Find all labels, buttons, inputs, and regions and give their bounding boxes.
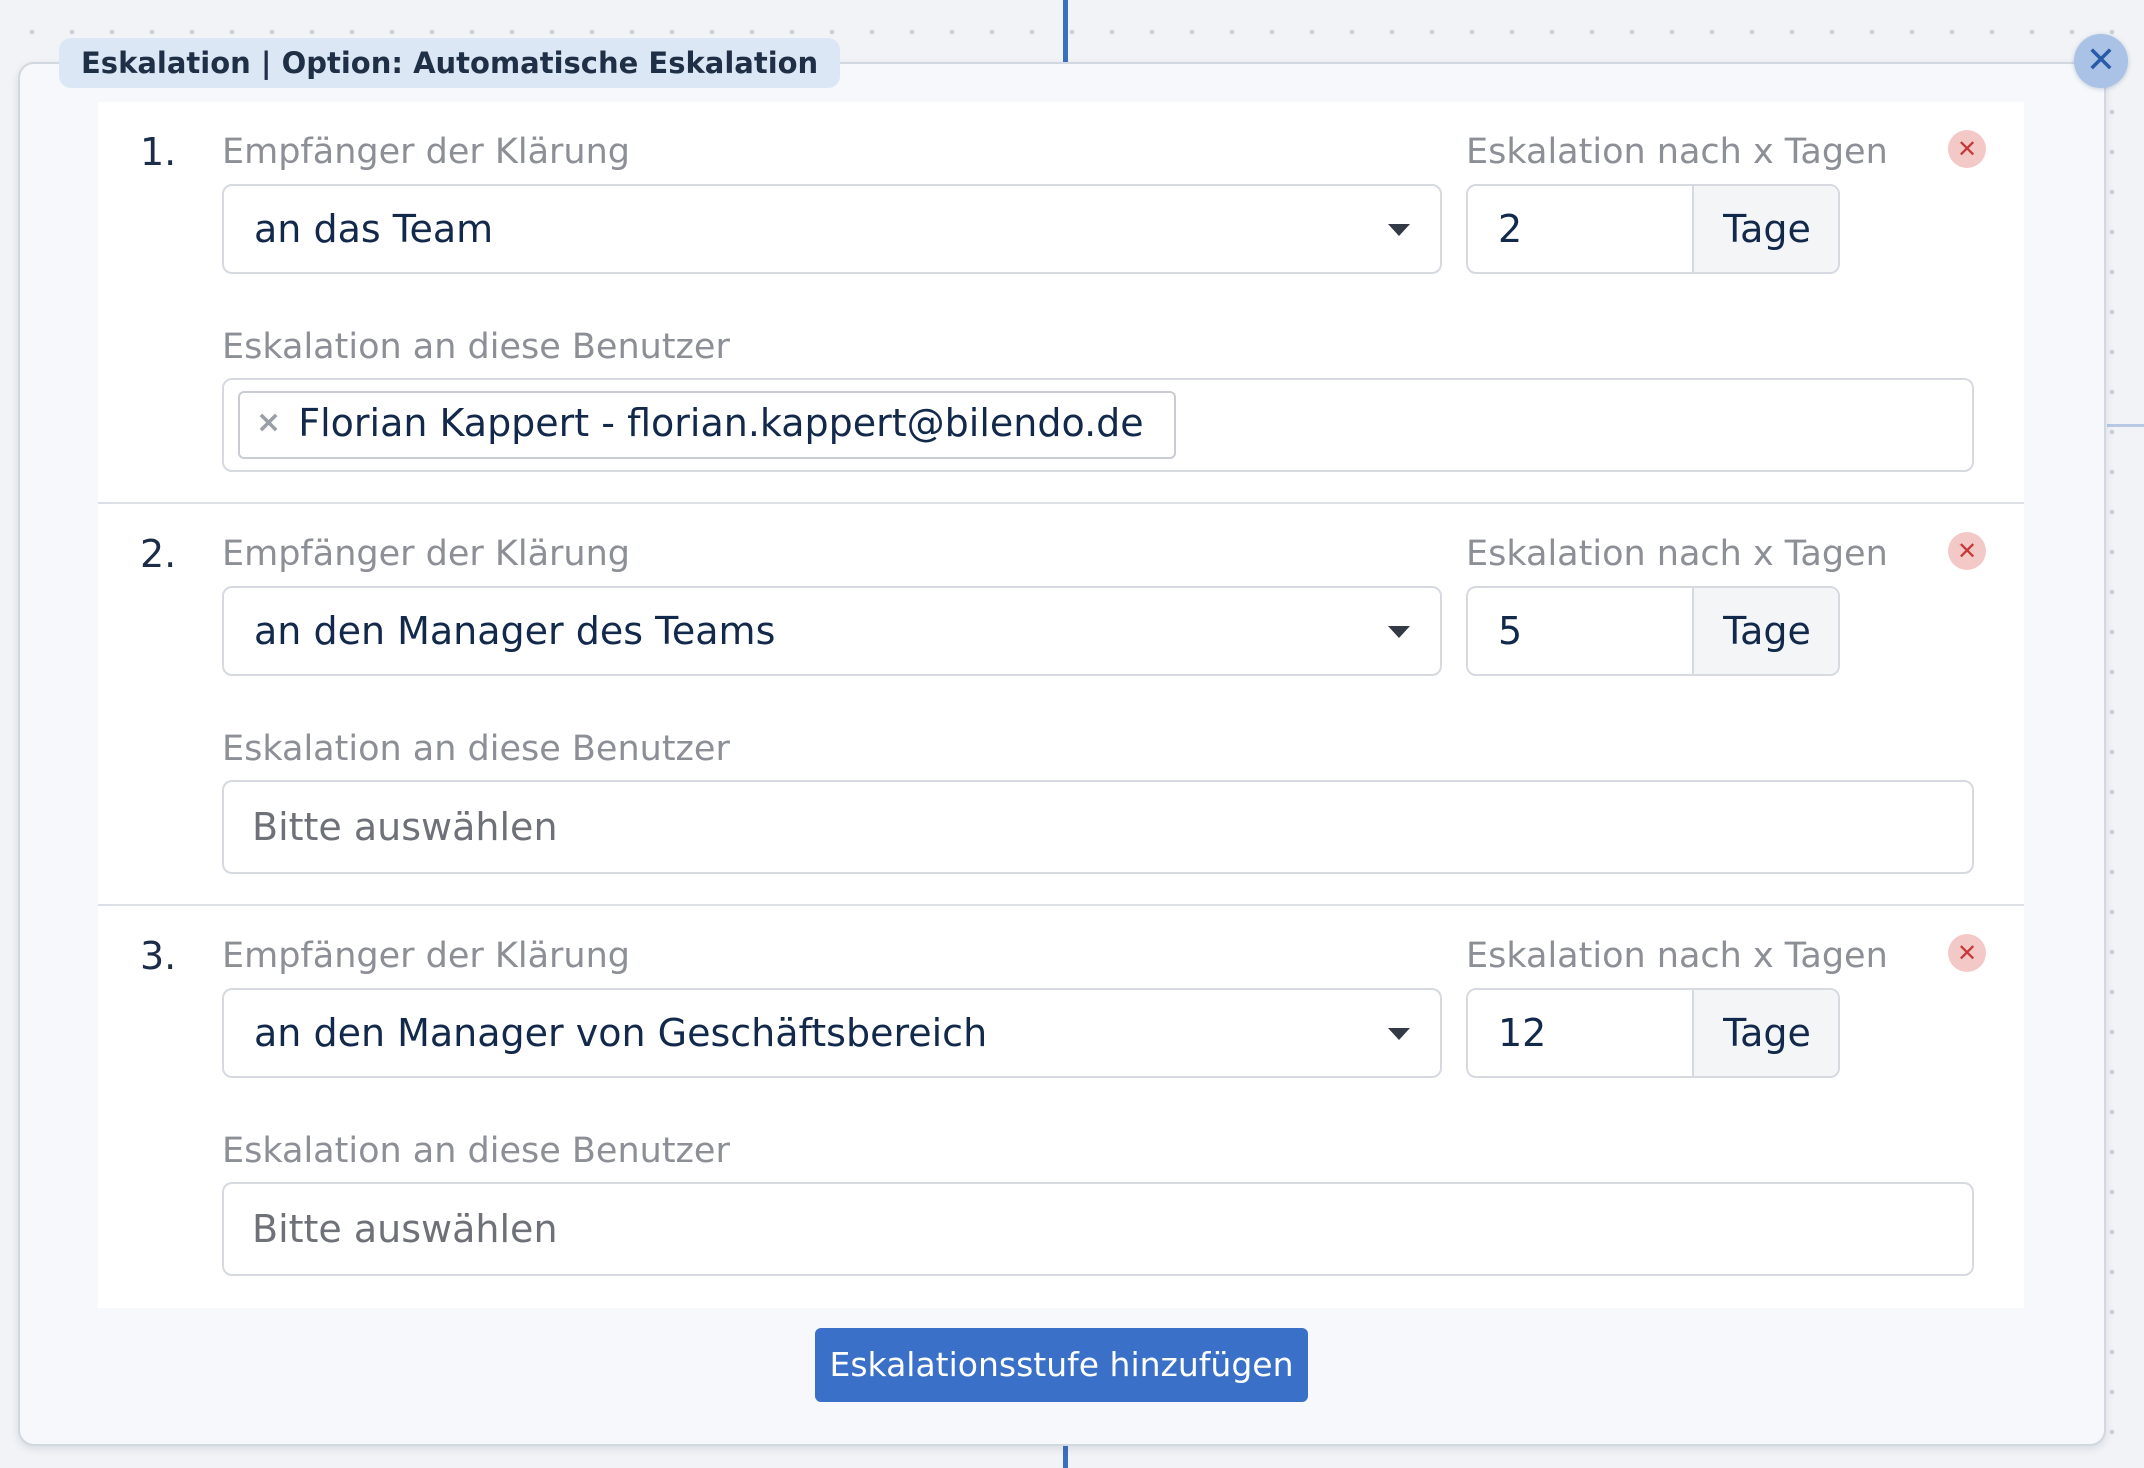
recipient-label: Empfänger der Klärung [222, 936, 631, 976]
flow-connector-top [1063, 0, 1068, 62]
users-multiselect[interactable]: Bitte auswählen [222, 780, 1974, 874]
remove-icon: ✕ [1956, 537, 1978, 565]
chip-remove-icon[interactable]: × [256, 393, 281, 453]
side-connector-line [2107, 424, 2144, 427]
days-label: Eskalation nach x Tagen [1466, 132, 1888, 172]
recipient-select[interactable]: an das Team [222, 184, 1442, 274]
days-label: Eskalation nach x Tagen [1466, 936, 1888, 976]
add-escalation-step-button[interactable]: Eskalationsstufe hinzufügen [815, 1328, 1308, 1402]
recipient-select-value: an das Team [254, 207, 494, 251]
recipient-select[interactable]: an den Manager des Teams [222, 586, 1442, 676]
escalation-step-3: 3. Empfänger der Klärung Eskalation nach… [98, 906, 2024, 1308]
escalation-step-2: 2. Empfänger der Klärung Eskalation nach… [98, 504, 2024, 906]
step-number: 3. [140, 934, 177, 978]
days-input-group: Tage [1466, 586, 1840, 676]
days-unit: Tage [1692, 186, 1838, 272]
flow-connector-bottom [1063, 1443, 1068, 1468]
caret-down-icon [1388, 1028, 1410, 1040]
users-label: Eskalation an diese Benutzer [222, 327, 730, 367]
user-chip: × Florian Kappert - florian.kappert@bile… [238, 391, 1176, 459]
days-input-group: Tage [1466, 988, 1840, 1078]
users-label: Eskalation an diese Benutzer [222, 729, 730, 769]
close-button[interactable]: ✕ [2074, 34, 2128, 88]
panel-title: Eskalation | Option: Automatische Eskala… [59, 38, 841, 88]
users-multiselect[interactable]: × Florian Kappert - florian.kappert@bile… [222, 378, 1974, 472]
days-input[interactable] [1468, 990, 1692, 1076]
users-multiselect[interactable]: Bitte auswählen [222, 1182, 1974, 1276]
days-unit: Tage [1692, 588, 1838, 674]
recipient-label: Empfänger der Klärung [222, 132, 631, 172]
days-input[interactable] [1468, 588, 1692, 674]
user-chip-label: Florian Kappert - florian.kappert@bilend… [298, 401, 1144, 445]
recipient-label: Empfänger der Klärung [222, 534, 631, 574]
days-input-group: Tage [1466, 184, 1840, 274]
step-number: 1. [140, 130, 177, 174]
users-label: Eskalation an diese Benutzer [222, 1131, 730, 1171]
remove-icon: ✕ [1956, 939, 1978, 967]
remove-step-button[interactable]: ✕ [1948, 130, 1986, 168]
remove-step-button[interactable]: ✕ [1948, 532, 1986, 570]
recipient-select-value: an den Manager von Geschäftsbereich [254, 1011, 988, 1055]
escalation-step-1: 1. Empfänger der Klärung Eskalation nach… [98, 102, 2024, 504]
caret-down-icon [1388, 224, 1410, 236]
days-unit: Tage [1692, 990, 1838, 1076]
close-icon: ✕ [2085, 40, 2117, 81]
caret-down-icon [1388, 626, 1410, 638]
recipient-select[interactable]: an den Manager von Geschäftsbereich [222, 988, 1442, 1078]
users-placeholder: Bitte auswählen [252, 1207, 558, 1251]
days-input[interactable] [1468, 186, 1692, 272]
remove-icon: ✕ [1956, 135, 1978, 163]
step-number: 2. [140, 532, 177, 576]
escalation-steps: 1. Empfänger der Klärung Eskalation nach… [98, 102, 2024, 1308]
recipient-select-value: an den Manager des Teams [254, 609, 776, 653]
days-label: Eskalation nach x Tagen [1466, 534, 1888, 574]
remove-step-button[interactable]: ✕ [1948, 934, 1986, 972]
users-placeholder: Bitte auswählen [252, 805, 558, 849]
